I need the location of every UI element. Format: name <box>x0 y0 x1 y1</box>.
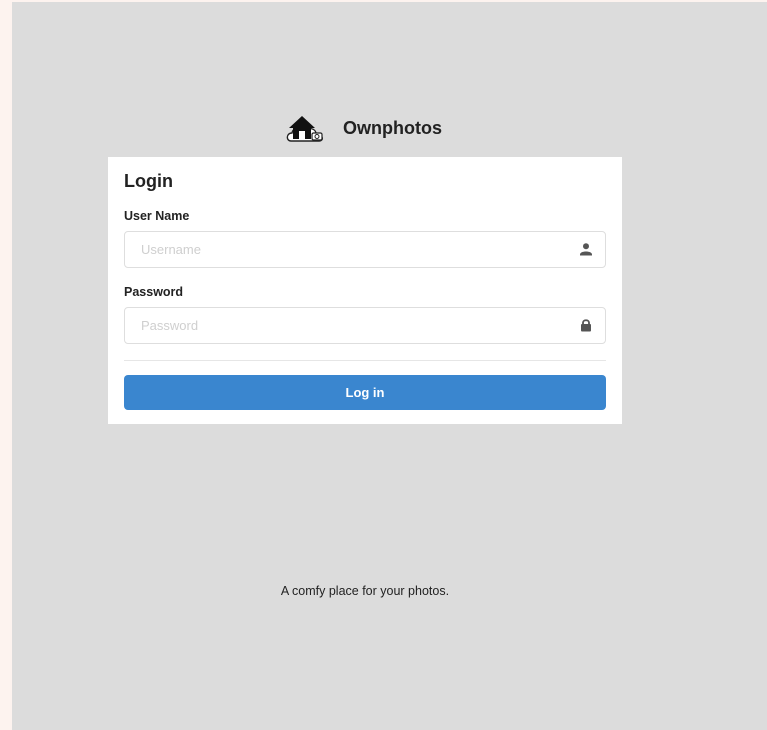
house-cloud-icon <box>286 116 323 142</box>
login-title: Login <box>124 171 173 191</box>
username-field <box>124 231 606 268</box>
form-divider <box>124 360 606 361</box>
login-page: Ownphotos Login User Name Password Log i… <box>12 2 767 730</box>
lock-icon <box>581 319 591 332</box>
brand-header: Ownphotos <box>285 112 442 144</box>
password-input[interactable] <box>125 308 561 343</box>
password-label: Password <box>124 285 184 299</box>
username-label: User Name <box>124 209 190 223</box>
password-field <box>124 307 606 344</box>
login-form: Login User Name Password Log in <box>108 157 622 424</box>
username-input[interactable] <box>125 232 561 267</box>
login-button[interactable]: Log in <box>124 375 606 410</box>
app-name: Ownphotos <box>343 117 442 138</box>
user-icon <box>580 243 592 256</box>
tagline: A comfy place for your photos. <box>280 584 450 598</box>
